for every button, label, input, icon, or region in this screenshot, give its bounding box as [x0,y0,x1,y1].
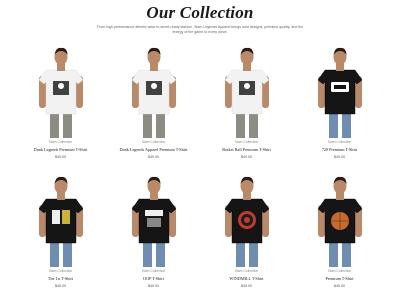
oop-graphic [144,210,163,227]
model-figure [38,176,83,267]
product-card[interactable]: Slam Collection Dunk Legends Apparel Pre… [114,46,194,166]
product-card[interactable]: Slam Collection OOP T-Shirt $49.00 [114,175,194,295]
product-price: $49.00 [334,284,345,288]
product-price: $49.00 [148,284,159,288]
product-image[interactable] [212,175,282,267]
model-figure [317,47,362,138]
product-image[interactable] [26,46,96,138]
product-price: $49.00 [241,155,252,159]
product-name[interactable]: Dunk Legends Premium T-Shirt [34,147,88,152]
720-text-graphic [330,82,349,92]
product-card[interactable]: Slam Collection Dunk Legends Premium T-S… [21,46,101,166]
product-name[interactable]: The 1st T-Shirt [48,276,73,281]
product-image[interactable] [305,46,375,138]
product-image[interactable] [119,175,189,267]
basketball-graphic [330,212,349,230]
product-image[interactable] [26,175,96,267]
product-brand: Slam Collection [141,269,166,273]
product-name[interactable]: 720 Premium T-Shirt [322,147,357,152]
dunk-player-graphic [52,81,69,95]
product-brand: Slam Collection [48,140,73,144]
product-price: $49.00 [241,284,252,288]
product-brand: Slam Collection [141,140,166,144]
product-name[interactable]: Premium T-Shirt [325,276,353,281]
product-image[interactable] [212,46,282,138]
product-brand: Slam Collection [327,140,352,144]
product-grid: Slam Collection Dunk Legends Premium T-S… [20,46,380,295]
product-card[interactable]: Slam Collection The 1st T-Shirt $49.00 [21,175,101,295]
product-card[interactable]: Slam Collection Basket Ball Premium T-Sh… [207,46,287,166]
product-brand: Slam Collection [234,140,259,144]
page-subtitle: From high-performance athletic wear to s… [96,25,304,34]
product-brand: Slam Collection [327,269,352,273]
product-price: $49.00 [334,155,345,159]
product-card[interactable]: Slam Collection 720 Premium T-Shirt $49.… [300,46,380,166]
product-name[interactable]: Basket Ball Premium T-Shirt [222,147,271,152]
product-name[interactable]: WINDMILL T-Shirt [229,276,263,281]
ball-player-graphic [145,81,162,95]
page-title: Our Collection [146,3,254,22]
product-card[interactable]: Slam Collection Premium T-Shirt $49.00 [300,175,380,295]
product-price: $49.00 [55,284,66,288]
product-name[interactable]: Dunk Legends Apparel Premium T-Shirt [120,147,188,152]
product-brand: Slam Collection [48,269,73,273]
product-image[interactable] [305,175,375,267]
product-brand: Slam Collection [234,269,259,273]
windmill-dartboard-graphic [237,211,256,229]
product-name[interactable]: OOP T-Shirt [143,276,164,281]
basket-hoop-graphic [238,81,255,95]
product-card[interactable]: Slam Collection WINDMILL T-Shirt $49.00 [207,175,287,295]
product-image[interactable] [119,46,189,138]
product-price: $49.00 [55,155,66,159]
product-price: $49.00 [148,155,159,159]
